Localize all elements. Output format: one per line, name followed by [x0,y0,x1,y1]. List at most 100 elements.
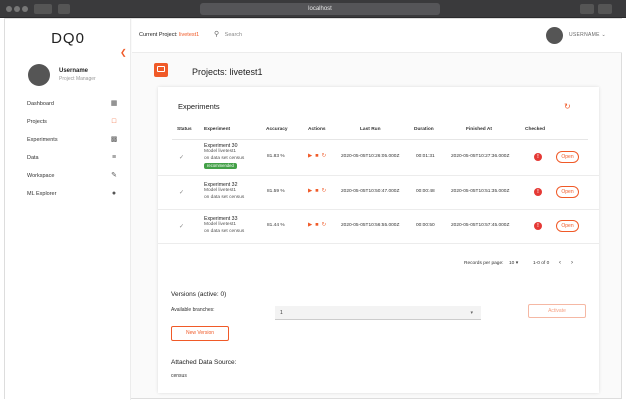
alert-icon[interactable]: ! [534,153,542,161]
user-role: Project Manager [59,76,96,82]
records-per-page-select[interactable]: 10 ▾ [509,261,518,266]
status-check-icon: ✓ [179,224,185,230]
sidebar-item-projects[interactable]: Projects □ [27,115,119,129]
sidebar-item-label: ML Explorer [27,191,57,197]
window-zoom-dot[interactable] [22,6,28,12]
row-actions: ▶ ■ ↻ [308,222,329,228]
accuracy-value: 81.44 % [267,223,285,228]
activate-button[interactable]: Activate [528,304,586,318]
folder-icon: □ [111,118,117,125]
sidebar-item-label: Experiments [27,137,58,143]
last-run-value: 2020-05-05T10:56:55.000Z [341,223,400,228]
refresh-icon[interactable]: ↻ [564,102,571,111]
play-icon[interactable]: ▶ [308,222,313,228]
branch-select[interactable]: 1 ▾ [275,306,481,320]
list-icon: ≡ [111,154,117,161]
address-bar[interactable]: localhost [200,3,440,15]
sidebar-item-dashboard[interactable]: Dashboard ▦ [27,97,119,111]
sidebar-item-experiments[interactable]: Experiments ▩ [27,133,119,147]
back-forward-buttons[interactable] [34,4,52,14]
next-page-icon[interactable]: › [571,260,573,266]
col-finished-at: Finished At [466,127,492,132]
chevron-down-icon: ▾ [515,261,519,266]
table-row[interactable]: ✓ Experiment 33 Model livetest1 on data … [158,211,599,244]
browser-chrome: localhost [0,0,626,18]
alert-icon[interactable]: ! [534,222,542,230]
row-actions: ▶ ■ ↻ [308,153,329,159]
finished-value: 2020-05-05T10:57:45.000Z [451,223,510,228]
share-button[interactable] [580,4,594,14]
table-row[interactable]: ✓ Experiment 32 Model livetest1 on data … [158,177,599,210]
folder-icon [154,63,168,77]
app-logo: DQ0 [51,30,85,47]
col-checked: Checked [525,127,545,132]
duration-value: 00:00:50 [416,223,435,228]
experiment-info: Experiment 30 Model livetest1 on data se… [204,143,244,169]
sidebar-item-label: Projects [27,119,47,125]
search-input[interactable]: ⚲ Search [214,30,242,38]
last-run-value: 2020-05-05T10:26:05.000Z [341,154,400,159]
stop-icon[interactable]: ■ [315,222,319,228]
search-placeholder: Search [224,32,243,38]
user-menu[interactable]: USERNAME ⌄ [569,32,606,38]
col-duration: Duration [414,127,434,132]
alert-icon[interactable]: ! [534,188,542,196]
rerun-icon[interactable]: ↻ [322,153,328,159]
rerun-icon[interactable]: ↻ [322,188,328,194]
current-project-label: Current Project: [139,32,178,38]
datasource-title: Attached Data Source: [171,359,237,366]
play-icon[interactable]: ▶ [308,153,313,159]
pager-range: 1-0 of 0 [533,261,550,266]
branch-select-value: 1 [280,310,283,316]
sidebar: DQ0 ❮ Username Project Manager Dashboard… [5,19,131,400]
recommended-badge: recommended [204,162,237,169]
finished-value: 2020-05-05T10:27:36.000Z [451,154,510,159]
sidebar-item-ml-explorer[interactable]: ML Explorer ● [27,187,119,201]
page-title: Projects: livetest1 [192,67,263,77]
col-experiment: Experiment [204,127,231,132]
status-check-icon: ✓ [179,190,185,196]
window-minimize-dot[interactable] [14,6,20,12]
rerun-icon[interactable]: ↻ [322,222,328,228]
prev-page-icon[interactable]: ‹ [559,260,561,266]
bar-chart-icon: ▩ [110,136,118,143]
current-project-link[interactable]: livetest1 [179,32,199,38]
experiments-title: Experiments [178,102,220,111]
current-project: Current Project: livetest1 [139,32,199,38]
sidebar-item-label: Data [27,155,39,161]
app-window: DQ0 ❮ Username Project Manager Dashboard… [4,18,622,400]
top-avatar[interactable] [546,27,563,44]
tabs-button[interactable] [598,4,612,14]
open-button[interactable]: Open [556,220,579,232]
stop-icon[interactable]: ■ [315,153,319,159]
experiment-info: Experiment 33 Model livetest1 on data se… [204,216,244,235]
experiment-dataset: on data set census [204,155,245,161]
records-per-page-label: Records per page: [464,261,504,266]
top-bar: Current Project: livetest1 ⚲ Search USER… [132,19,622,53]
col-status: Status [177,127,192,132]
versions-title: Versions (active: 0) [171,291,227,298]
accuracy-value: 81.83 % [267,154,285,159]
collapse-sidebar-icon[interactable]: ❮ [120,48,127,57]
project-card: Experiments ↻ Status Experiment Accuracy… [158,87,599,393]
experiment-dataset: on data set census [204,194,245,200]
chevron-down-icon: ⌄ [601,32,606,38]
col-accuracy: Accuracy [266,127,288,132]
open-button[interactable]: Open [556,186,579,198]
sidebar-item-workspace[interactable]: Workspace ✎ [27,169,119,183]
stop-icon[interactable]: ■ [315,188,319,194]
experiment-dataset: on data set census [204,228,245,234]
experiment-info: Experiment 32 Model livetest1 on data se… [204,182,244,201]
open-button[interactable]: Open [556,151,579,163]
sidebar-item-label: Dashboard [27,101,54,107]
chevron-down-icon: ▾ [470,310,473,316]
table-row[interactable]: ✓ Experiment 30 Model livetest1 on data … [158,140,599,176]
new-version-button[interactable]: New Version [171,326,229,341]
sidebar-toggle-button[interactable] [58,4,70,14]
sidebar-item-data[interactable]: Data ≡ [27,151,119,165]
window-close-dot[interactable] [6,6,12,12]
col-last-run: Last Run [360,127,381,132]
search-icon: ⚲ [214,31,220,38]
play-icon[interactable]: ▶ [308,188,313,194]
user-name: Username [59,68,89,74]
